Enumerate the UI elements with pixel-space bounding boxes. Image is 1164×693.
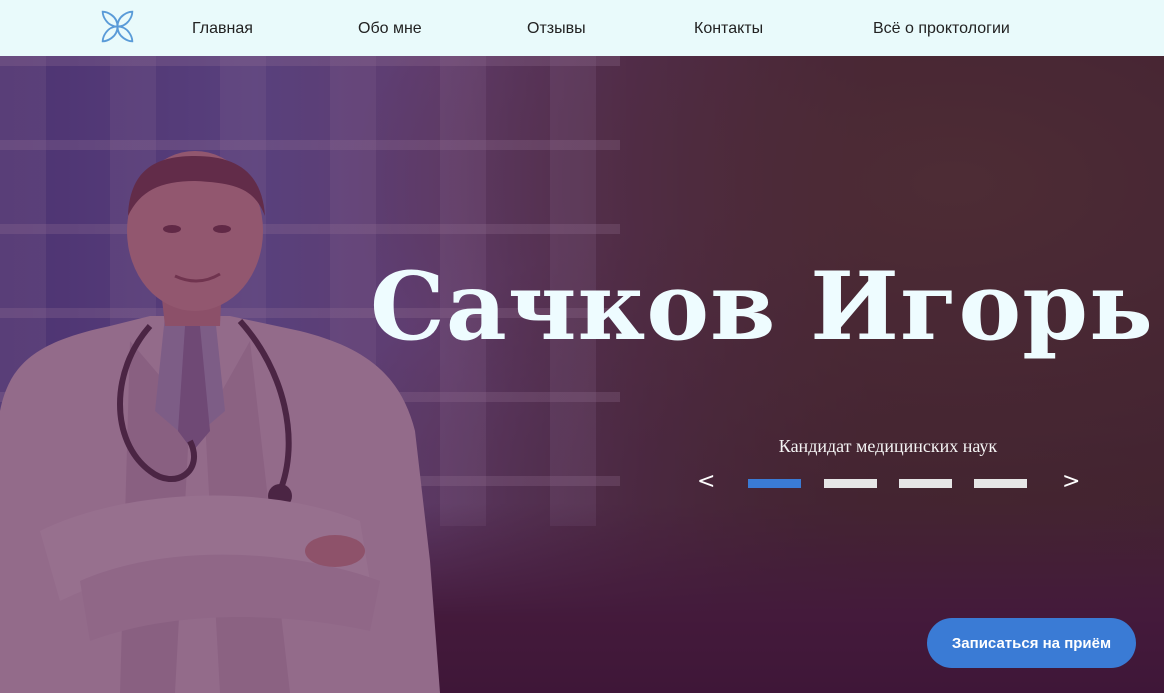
- top-navbar: Главная Обо мне Отзывы Контакты Всё о пр…: [0, 0, 1164, 56]
- hero-subtitle: Кандидат медицинских наук: [778, 436, 998, 456]
- nav-link-reviews[interactable]: Отзывы: [527, 20, 586, 38]
- hero-section: Сачков Игорь Кандидат медицинских наук <…: [0, 56, 1164, 693]
- nav-link-contacts[interactable]: Контакты: [694, 20, 763, 38]
- hero-overlay: [0, 56, 1164, 693]
- slider-dot-2[interactable]: [824, 479, 877, 488]
- book-appointment-button[interactable]: Записаться на приём: [927, 618, 1136, 668]
- slider-dot-3[interactable]: [899, 479, 952, 488]
- hero-title: Сачков Игорь: [370, 252, 1154, 362]
- four-petal-logo-icon[interactable]: [99, 8, 136, 45]
- nav-link-proctology[interactable]: Всё о проктологии: [873, 20, 1010, 38]
- nav-link-about[interactable]: Обо мне: [358, 20, 422, 38]
- slider-prev-button[interactable]: <: [697, 469, 715, 494]
- slider-dot-1[interactable]: [748, 479, 801, 488]
- slider-next-button[interactable]: >: [1062, 469, 1080, 494]
- nav-link-home[interactable]: Главная: [192, 20, 253, 38]
- slider-dot-4[interactable]: [974, 479, 1027, 488]
